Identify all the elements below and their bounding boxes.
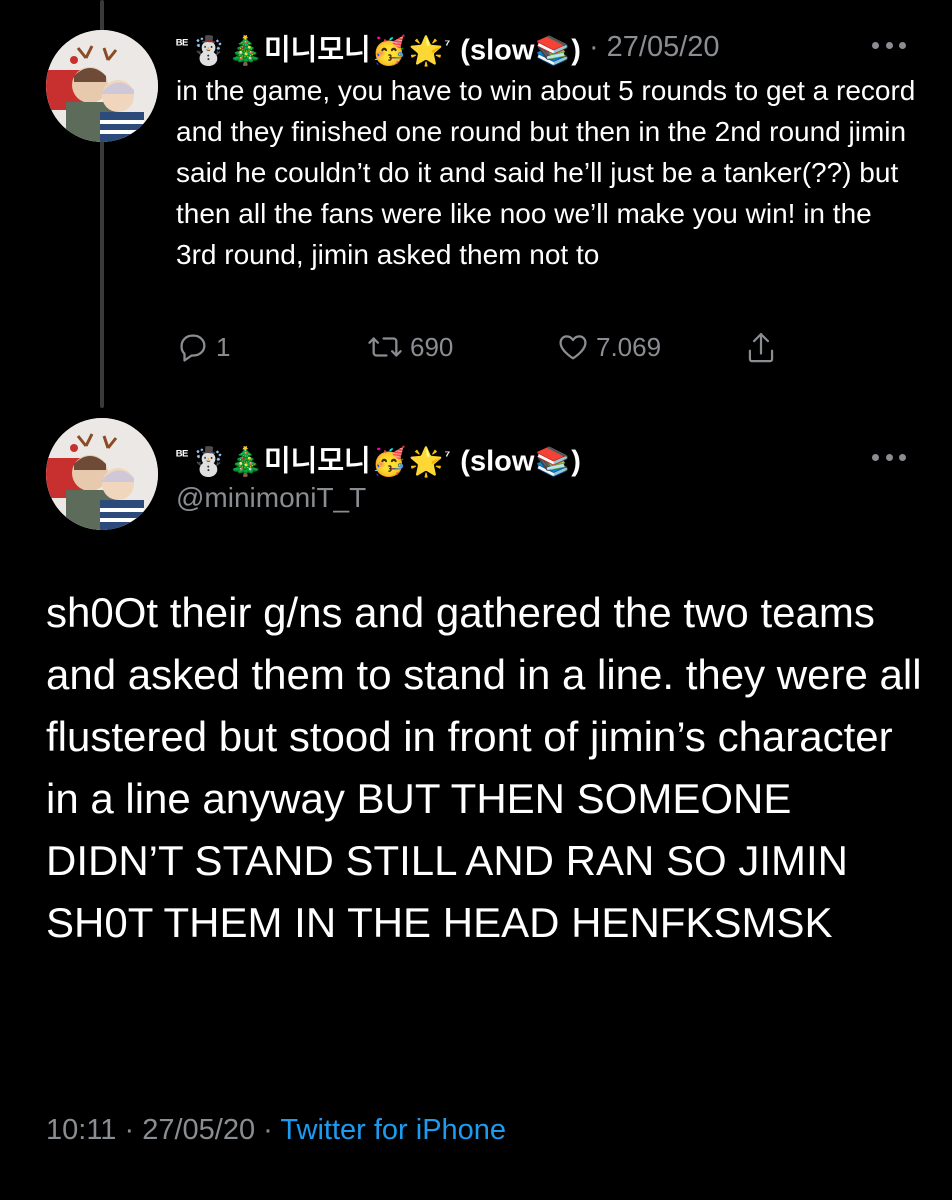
tweet-source-link[interactable]: Twitter for iPhone bbox=[280, 1114, 506, 1146]
tweet-actions: 1 690 7.069 bbox=[176, 330, 796, 374]
name-core: 미니모니 bbox=[263, 34, 371, 67]
christmas-tree-emoji: 🎄 bbox=[228, 34, 263, 66]
name-suffix: ⁷ bbox=[444, 36, 451, 52]
christmas-tree-emoji: 🎄 bbox=[228, 445, 263, 477]
name-tail: (slow bbox=[460, 34, 535, 67]
reply-button[interactable]: 1 bbox=[176, 330, 230, 364]
author-name-row[interactable]: ᴮᴱ ☃️🎄미니모니🥳🌟⁷ (slow📚) bbox=[176, 438, 581, 479]
more-dot bbox=[885, 41, 893, 49]
name-prefix: ᴮᴱ bbox=[176, 447, 189, 463]
retweet-count: 690 bbox=[410, 331, 454, 362]
share-button[interactable] bbox=[744, 330, 784, 366]
books-emoji: 📚 bbox=[535, 445, 571, 477]
main-tweet-text: sh0Ot their g/ns and gathered the two te… bbox=[46, 589, 922, 946]
reply-icon bbox=[180, 334, 206, 362]
retweet-icon bbox=[368, 337, 402, 357]
books-emoji: 📚 bbox=[535, 34, 571, 66]
more-dot bbox=[885, 453, 893, 461]
snowman-emoji: ☃️ bbox=[191, 34, 227, 66]
heart-icon bbox=[559, 335, 587, 360]
separator: · bbox=[588, 31, 599, 64]
glowing-star-emoji: 🌟 bbox=[408, 34, 444, 66]
user-handle[interactable]: @minimoniT_T bbox=[176, 482, 366, 514]
more-icon[interactable] bbox=[872, 452, 906, 462]
name-tail: (slow bbox=[460, 445, 535, 478]
avatar-image bbox=[46, 418, 158, 530]
more-dot bbox=[899, 453, 906, 461]
retweet-button[interactable]: 690 bbox=[366, 330, 453, 364]
display-name[interactable]: ᴮᴱ ☃️🎄미니모니🥳🌟⁷ (slow📚) bbox=[176, 27, 581, 68]
parent-tweet-text: in the game, you have to win about 5 rou… bbox=[176, 75, 916, 270]
separator: · bbox=[263, 1114, 273, 1146]
reply-count: 1 bbox=[216, 331, 231, 362]
name-suffix: ⁷ bbox=[444, 447, 451, 463]
tweet-date[interactable]: 27/05/20 bbox=[607, 30, 720, 64]
party-face-emoji: 🥳 bbox=[371, 34, 407, 66]
share-icon bbox=[748, 333, 774, 363]
name-close: ) bbox=[571, 445, 581, 478]
name-prefix: ᴮᴱ bbox=[176, 36, 189, 52]
more-dot bbox=[899, 41, 906, 49]
party-face-emoji: 🥳 bbox=[371, 445, 407, 477]
name-core: 미니모니 bbox=[263, 445, 371, 478]
tweet-date: 27/05/20 bbox=[142, 1114, 256, 1146]
avatar[interactable] bbox=[46, 30, 158, 142]
more-dot bbox=[872, 453, 879, 461]
name-close: ) bbox=[571, 34, 581, 67]
tweet-meta: 10:11 · 27/05/20 · Twitter for iPhone bbox=[46, 1114, 506, 1147]
avatar[interactable] bbox=[46, 418, 158, 530]
more-icon[interactable] bbox=[872, 40, 906, 50]
display-name[interactable]: ᴮᴱ ☃️🎄미니모니🥳🌟⁷ (slow📚) bbox=[176, 438, 581, 479]
like-count: 7.069 bbox=[596, 331, 662, 362]
tweet-time: 10:11 bbox=[46, 1114, 117, 1146]
glowing-star-emoji: 🌟 bbox=[408, 445, 444, 477]
avatar-image bbox=[46, 30, 158, 142]
more-dot bbox=[872, 41, 879, 49]
separator: · bbox=[124, 1114, 135, 1146]
author-name-row[interactable]: ᴮᴱ ☃️🎄미니모니🥳🌟⁷ (slow📚) · 27/05/20 bbox=[176, 27, 720, 68]
snowman-emoji: ☃️ bbox=[191, 445, 227, 477]
like-button[interactable]: 7.069 bbox=[556, 330, 661, 364]
